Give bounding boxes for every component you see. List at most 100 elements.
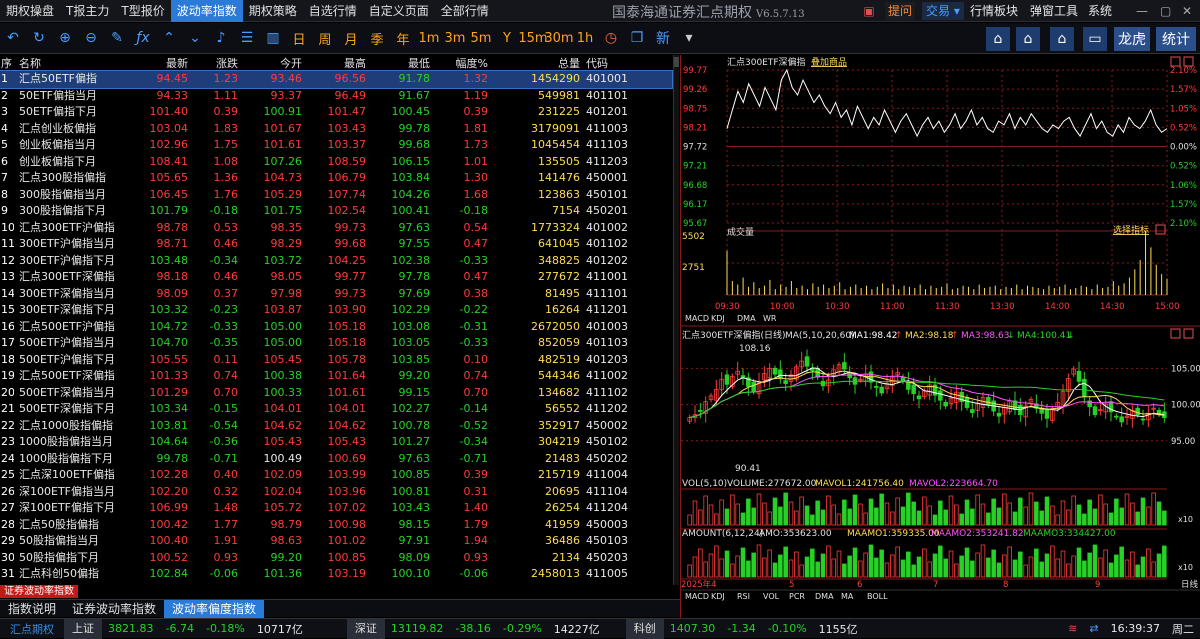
minimize-icon[interactable]: —	[1136, 2, 1148, 20]
table-row[interactable]: 25 汇点深100ETF偏指 102.28 0.40 102.09 103.99 100.8…	[0, 467, 672, 484]
header-vol[interactable]: 总量	[488, 55, 580, 70]
table-row[interactable]: 17 500ETF沪偏指当月 104.70 -0.35 105.00 105.18 103.…	[0, 335, 672, 352]
menu-item-quanbu-hangqing[interactable]: 全部行情	[435, 0, 495, 22]
menu-item-zixuan-hangqing[interactable]: 自选行情	[303, 0, 363, 22]
menu-item-qiquan-celue[interactable]: 期权策略	[243, 0, 303, 22]
down-icon[interactable]: ⌄	[182, 26, 208, 50]
header-code[interactable]: 代码	[580, 55, 668, 70]
xin-button[interactable]: 新	[650, 26, 676, 50]
menu-item-qiquan-caopan[interactable]: 期权操盘	[0, 0, 60, 22]
up-icon[interactable]: ⌃	[156, 26, 182, 50]
table-row[interactable]: 20 500ETF深偏指当月 101.29 0.70 100.33 101.61 99.15…	[0, 385, 672, 402]
tongji-button[interactable]: 统计	[1156, 27, 1196, 51]
bag-icon[interactable]: ⌂	[1050, 27, 1074, 51]
folder-icon[interactable]: ▭	[1083, 27, 1107, 51]
table-row[interactable]: 18 500ETF沪偏指下月 105.55 0.11 105.45 105.78 103.8…	[0, 352, 672, 369]
table-row[interactable]: 22 汇点1000股指偏指 103.81 -0.54 104.62 104.62 100.7…	[0, 418, 672, 435]
tab-zhengquan-bodonglu[interactable]: 证券波动率指数	[0, 585, 78, 598]
xitong-button[interactable]: 系统	[1088, 2, 1112, 20]
table-row[interactable]: 8 300股指偏指当月 106.45 1.76 105.29 107.74 104.26 1.…	[0, 187, 672, 204]
table-row[interactable]: 21 500ETF深偏指下月 103.34 -0.15 104.01 104.01 102.…	[0, 401, 672, 418]
table-row[interactable]: 12 300ETF沪偏指下月 103.48 -0.34 103.72 104.25 102.…	[0, 253, 672, 270]
market-label-sh[interactable]: 上证	[64, 618, 102, 639]
header-name[interactable]: 名称	[14, 55, 114, 70]
period-quarter[interactable]: 季	[364, 26, 390, 50]
tixing-button[interactable]: 提问	[885, 2, 916, 20]
scrollbar-thumb[interactable]	[674, 57, 679, 67]
dropdown-icon[interactable]: ▾	[676, 26, 702, 50]
period-1m[interactable]: 1m	[416, 26, 442, 50]
refresh-icon[interactable]: ↻	[26, 26, 52, 50]
period-1h[interactable]: 1h	[572, 26, 598, 50]
period-3m[interactable]: 3m	[442, 26, 468, 50]
intraday-menu-icon[interactable]	[1170, 56, 1181, 67]
header-last[interactable]: 最新	[114, 55, 188, 70]
vol-close-icon[interactable]	[1155, 224, 1166, 235]
period-5m[interactable]: 5m	[468, 26, 494, 50]
header-low[interactable]: 最低	[366, 55, 430, 70]
table-row[interactable]: 4 汇点创业板偏指 103.04 1.83 101.67 103.43 99.78 1.81 3…	[0, 121, 672, 138]
basket-icon[interactable]: ⌂	[986, 27, 1010, 51]
intraday-close-icon[interactable]	[1183, 56, 1194, 67]
table-row[interactable]: 9 300股指偏指下月 101.79 -0.18 101.75 102.54 100.41 -…	[0, 203, 672, 220]
table-row[interactable]: 2 50ETF偏指当月 94.33 1.11 93.37 96.49 91.67 1.19 54…	[0, 88, 672, 105]
period-week[interactable]: 周	[312, 26, 338, 50]
formula-icon[interactable]: ƒx	[130, 26, 156, 50]
table-row[interactable]: 10 汇点300ETF沪偏指 98.78 0.53 98.35 99.73 97.63 0.5…	[0, 220, 672, 237]
menu-item-t-xing-baojia[interactable]: T型报价	[115, 0, 170, 22]
table-row[interactable]: 27 深100ETF偏指下月 106.99 1.48 105.72 107.02 103.4…	[0, 500, 672, 517]
screen-icon[interactable]: ▣	[858, 2, 880, 20]
table-scrollbar[interactable]	[673, 55, 679, 585]
table-row[interactable]: 3 50ETF偏指下月 101.40 0.39 100.91 101.47 100.45 0.…	[0, 104, 672, 121]
period-year[interactable]: 年	[390, 26, 416, 50]
chart-icon[interactable]: ▥	[260, 26, 286, 50]
market-label-sz[interactable]: 深证	[346, 618, 385, 639]
table-row[interactable]: 30 50股指偏指下月 100.52 0.93 99.20 100.85 98.09 0.93…	[0, 550, 672, 567]
draw-icon[interactable]: ✎	[104, 26, 130, 50]
add-commodity-link[interactable]: 叠加商品	[811, 56, 847, 68]
table-row[interactable]: 23 1000股指偏指当月 104.64 -0.36 105.43 105.43 101.2…	[0, 434, 672, 451]
header-pct[interactable]: 幅度%	[430, 55, 488, 70]
menu-item-zidingyi-yemian[interactable]: 自定义页面	[363, 0, 435, 22]
table-row[interactable]: 7 汇点300股指偏指 105.65 1.36 104.73 106.79 103.84 1.…	[0, 170, 672, 187]
table-row[interactable]: 31 汇点科创50偏指 102.84 -0.06 101.36 103.19 100.10 -…	[0, 566, 672, 583]
zoom-out-icon[interactable]: ⊖	[78, 26, 104, 50]
menu-item-t-bao-zhuli[interactable]: T报主力	[60, 0, 115, 22]
cart-icon[interactable]: ⌂	[1016, 27, 1040, 51]
list-icon[interactable]: ☰	[234, 26, 260, 50]
bell-icon[interactable]: ♪	[208, 26, 234, 50]
table-row[interactable]: 26 深100ETF偏指当月 102.20 0.32 102.04 103.96 100.8…	[0, 484, 672, 501]
period-day[interactable]: 日	[286, 26, 312, 50]
window-icon[interactable]: ❐	[624, 26, 650, 50]
period-month[interactable]: 月	[338, 26, 364, 50]
table-row[interactable]: 6 创业板偏指下月 108.41 1.08 107.26 108.59 106.15 1.01…	[0, 154, 672, 171]
clock-icon[interactable]: ◷	[598, 26, 624, 50]
tanchuang-gongju-button[interactable]: 弹窗工具	[1030, 2, 1078, 20]
tab-zhishu-shuoming[interactable]: 指数说明	[0, 600, 64, 618]
close-icon[interactable]: ✕	[1182, 2, 1192, 20]
table-row[interactable]: 1 汇点50ETF偏指 94.45 1.23 93.46 96.56 91.78 1.32 14…	[0, 70, 673, 89]
period-30m[interactable]: 30m	[544, 26, 573, 50]
table-row[interactable]: 13 汇点300ETF深偏指 98.18 0.46 98.05 99.77 97.78 0.4…	[0, 269, 672, 286]
table-row[interactable]: 28 汇点50股指偏指 100.42 1.77 98.79 100.98 98.15 1.79…	[0, 517, 672, 534]
header-no[interactable]: 序	[0, 55, 14, 70]
select-indicator-link[interactable]: 选择指标	[1113, 224, 1149, 236]
period-y[interactable]: Y	[494, 26, 520, 50]
tab-bodonglu-piandu-zhishu[interactable]: 波动率偏度指数	[164, 599, 265, 618]
table-row[interactable]: 11 300ETF沪偏指当月 98.71 0.46 98.29 99.68 97.55 0.4…	[0, 236, 672, 253]
kline-close-icon[interactable]	[1183, 328, 1194, 339]
menu-item-bodonglu-zhishu[interactable]: 波动率指数	[170, 0, 243, 22]
table-row[interactable]: 29 50股指偏指当月 100.40 1.91 98.63 101.02 97.91 1.94…	[0, 533, 672, 550]
table-row[interactable]: 14 300ETF深偏指当月 98.09 0.37 97.98 99.73 97.69 0.3…	[0, 286, 672, 303]
market-label-kc[interactable]: 科创	[625, 618, 664, 639]
header-open[interactable]: 今开	[238, 55, 302, 70]
jiaoyi-dropdown[interactable]: 交易 ▾	[922, 2, 964, 20]
chart-svg[interactable]: 汇点300ETF深偏指 叠加商品 99.77 2.10% 99.26 1.57% 98.…	[681, 55, 1200, 618]
table-row[interactable]: 19 汇点500ETF深偏指 101.33 0.74 100.38 101.64 99.20…	[0, 368, 672, 385]
header-chg[interactable]: 涨跌	[188, 55, 238, 70]
zoom-in-icon[interactable]: ⊕	[52, 26, 78, 50]
hangqing-bankuai-button[interactable]: 行情板块	[970, 2, 1018, 20]
maximize-icon[interactable]: ▢	[1160, 2, 1171, 20]
table-row[interactable]: 24 1000股指偏指下月 99.78 -0.71 100.49 100.69 97.63 -…	[0, 451, 672, 468]
tab-zhengquan-bodonglu-zhishu[interactable]: 证券波动率指数	[64, 600, 164, 618]
